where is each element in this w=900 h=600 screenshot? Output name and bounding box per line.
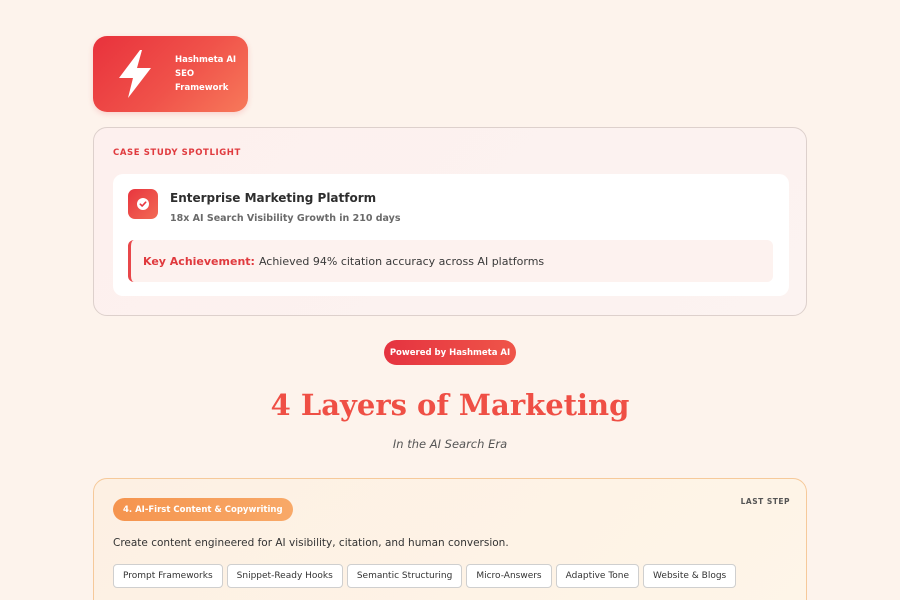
tag: Snippet-Ready Hooks <box>226 564 343 588</box>
layer-card: 4. AI-First Content & Copywriting LAST S… <box>93 478 807 600</box>
logo-card: Hashmeta AI SEO Framework <box>93 36 248 112</box>
page-title: 4 Layers of Marketing <box>270 388 630 422</box>
case-study-subtitle: 18x AI Search Visibility Growth in 210 d… <box>170 213 401 224</box>
logo-line: Framework <box>175 83 229 93</box>
case-study-title: Enterprise Marketing Platform <box>170 191 377 205</box>
case-study-label: CASE STUDY SPOTLIGHT <box>113 148 241 158</box>
tag-list: Prompt Frameworks Snippet-Ready Hooks Sema… <box>113 563 793 594</box>
logo-line: SEO <box>175 69 195 79</box>
achievement-key: Key Achievement: <box>143 254 255 268</box>
key-achievement: Key Achievement: Achieved 94% citation a… <box>128 240 773 282</box>
case-study-inner: Enterprise Marketing Platform 18x AI Sea… <box>113 174 789 296</box>
case-study-card: CASE STUDY SPOTLIGHT Enterprise Marketin… <box>93 127 807 316</box>
logo-line: Hashmeta AI <box>175 55 237 65</box>
layer-description: Create content engineered for AI visibil… <box>113 537 509 549</box>
tag: Semantic Structuring <box>346 564 463 588</box>
lightning-bolt-icon <box>119 50 151 98</box>
page-subtitle: In the AI Search Era <box>392 437 508 451</box>
powered-badge: Powered by Hashmeta AI <box>384 340 516 365</box>
tag: Prompt Frameworks <box>113 564 223 588</box>
achievement-text: Achieved 94% citation accuracy across AI… <box>258 254 545 268</box>
check-circle-icon <box>128 189 158 219</box>
tag: Website & Blogs <box>643 564 737 588</box>
step-label: LAST STEP <box>740 497 790 506</box>
tag: Adaptive Tone <box>555 564 640 588</box>
layer-pill: 4. AI-First Content & Copywriting <box>113 498 293 521</box>
tag: Micro-Answers <box>466 564 552 588</box>
logo-text: Hashmeta AI SEO Framework <box>175 53 236 95</box>
